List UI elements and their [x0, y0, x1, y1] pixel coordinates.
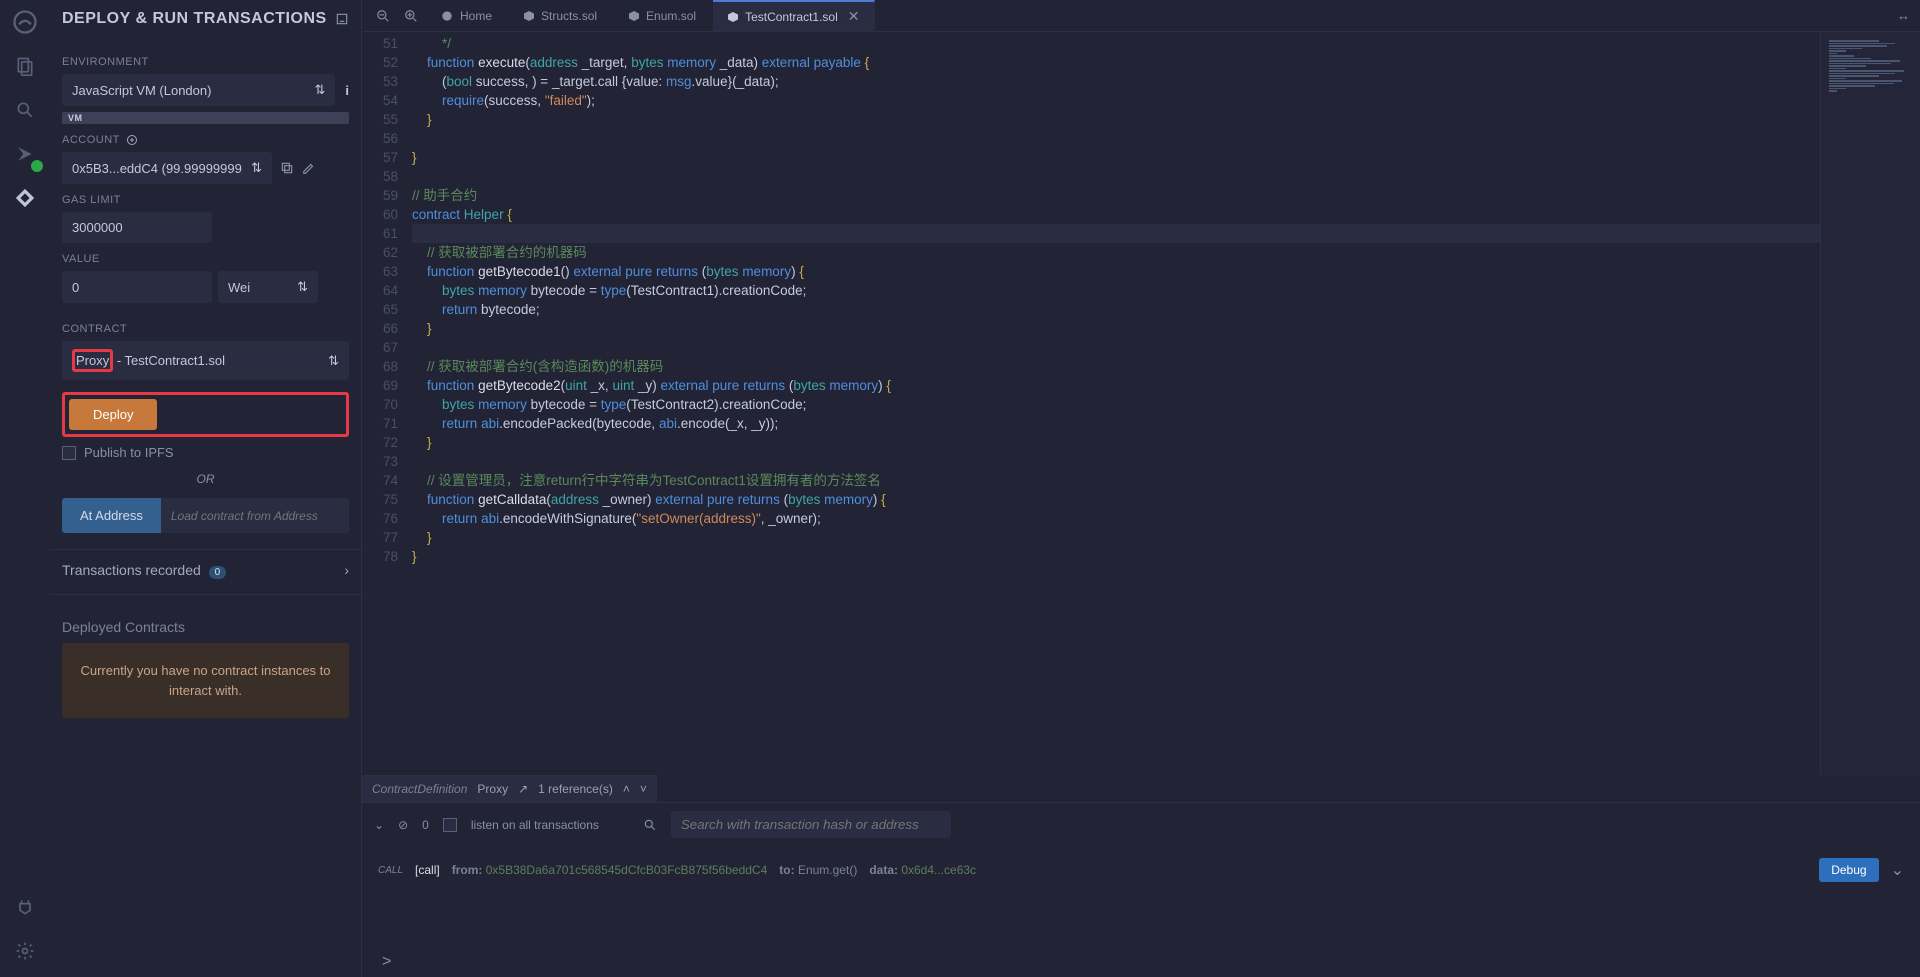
or-divider: OR: [62, 472, 349, 486]
tab-bar: Home Structs.sol Enum.sol TestContract1.…: [362, 0, 1920, 32]
terminal-collapse-icon[interactable]: ⌄: [374, 818, 384, 832]
listen-all-checkbox[interactable]: [443, 818, 457, 832]
contract-label: CONTRACT: [62, 323, 349, 335]
publish-ipfs-label: Publish to IPFS: [84, 445, 174, 460]
no-instances-message: Currently you have no contract instances…: [62, 643, 349, 718]
edit-account-icon[interactable]: [302, 161, 316, 175]
minimap[interactable]: [1820, 32, 1920, 775]
log-from-address: 0x5B38Da6a701c568545dCfcB03FcB875f56bedd…: [486, 863, 768, 877]
tab-home[interactable]: Home: [426, 0, 507, 31]
main-area: Home Structs.sol Enum.sol TestContract1.…: [362, 0, 1920, 977]
expand-log-icon[interactable]: ⌄: [1891, 860, 1904, 880]
deployed-contracts-label: Deployed Contracts: [62, 607, 349, 643]
remix-logo-icon[interactable]: [11, 8, 39, 36]
expand-editor-icon[interactable]: ↔: [1897, 8, 1920, 23]
close-tab-icon[interactable]: ✕: [848, 8, 860, 25]
deploy-button[interactable]: Deploy: [69, 399, 157, 430]
value-unit-select[interactable]: Wei ⇅: [218, 271, 318, 303]
breadcrumb-kind: ContractDefinition: [372, 782, 467, 796]
gas-limit-input[interactable]: [62, 212, 212, 243]
log-data: 0x6d4...ce63c: [901, 863, 976, 877]
line-gutter: 5152535455565758596061626364656667686970…: [362, 34, 412, 775]
chevron-down-icon[interactable]: ˅: [640, 782, 647, 796]
chevron-up-icon[interactable]: ˄: [623, 782, 630, 796]
compile-ok-badge: [31, 160, 43, 172]
account-select[interactable]: 0x5B3...eddC4 (99.99999999 ⇅: [62, 152, 272, 184]
at-address-button[interactable]: At Address: [62, 498, 161, 533]
terminal-search-input[interactable]: [671, 811, 951, 838]
tab-enum[interactable]: Enum.sol: [614, 0, 711, 31]
chevron-updown-icon: ⇅: [297, 279, 308, 295]
account-label: ACCOUNT: [62, 134, 349, 146]
clear-terminal-icon[interactable]: ⊘: [398, 818, 408, 832]
copy-account-icon[interactable]: [280, 161, 294, 175]
editor-area: 5152535455565758596061626364656667686970…: [362, 32, 1920, 775]
log-call-tag: [call]: [415, 863, 440, 877]
breadcrumb-name: Proxy: [477, 782, 508, 796]
file-explorer-icon[interactable]: [11, 52, 39, 80]
terminal-search-icon[interactable]: [643, 818, 657, 832]
env-info-icon[interactable]: i: [345, 83, 349, 98]
value-label: VALUE: [62, 253, 349, 265]
zoom-out-icon[interactable]: [370, 9, 396, 23]
terminal-pending-count: 0: [422, 818, 429, 832]
deploy-highlight: Deploy: [62, 392, 349, 437]
settings-icon[interactable]: [11, 937, 39, 965]
publish-ipfs-checkbox[interactable]: [62, 446, 76, 460]
contract-select[interactable]: Proxy - TestContract1.sol ⇅: [62, 341, 349, 380]
terminal-panel: ⌄ ⊘ 0 listen on all transactions CALL [c…: [362, 802, 1920, 977]
tx-count-badge: 0: [209, 566, 227, 579]
debug-button[interactable]: Debug: [1819, 858, 1878, 882]
code-content[interactable]: */ function execute(address _target, byt…: [412, 34, 1820, 775]
breadcrumb-share-icon[interactable]: ↗: [518, 782, 528, 796]
vm-chip: VM: [62, 112, 349, 124]
transactions-recorded-toggle[interactable]: Transactions recorded 0 ›: [62, 562, 349, 578]
panel-title: DEPLOY & RUN TRANSACTIONS: [62, 10, 349, 28]
environment-label: ENVIRONMENT: [62, 56, 349, 68]
terminal-prompt[interactable]: >: [378, 953, 1904, 971]
call-badge-icon: CALL: [378, 865, 403, 876]
chevron-updown-icon: ⇅: [251, 160, 262, 176]
chevron-updown-icon: ⇅: [328, 353, 339, 369]
value-input[interactable]: [62, 271, 212, 303]
contract-name-highlight: Proxy: [72, 349, 113, 372]
log-to: Enum.get(): [798, 863, 857, 877]
log-entry[interactable]: CALL [call] from: 0x5B38Da6a701c568545dC…: [378, 852, 1904, 888]
search-icon[interactable]: [11, 96, 39, 124]
breadcrumb-refs: 1 reference(s): [538, 782, 613, 796]
environment-select[interactable]: JavaScript VM (London) ⇅: [62, 74, 335, 106]
deploy-panel: DEPLOY & RUN TRANSACTIONS ENVIRONMENT Ja…: [50, 0, 362, 977]
icon-sidebar: [0, 0, 50, 977]
add-account-icon[interactable]: [126, 134, 138, 146]
panel-minimize-icon[interactable]: [335, 12, 349, 26]
deploy-run-icon[interactable]: [11, 184, 39, 212]
chevron-updown-icon: ⇅: [314, 82, 325, 98]
plugin-manager-icon[interactable]: [11, 893, 39, 921]
breadcrumb-bar[interactable]: ContractDefinition Proxy ↗ 1 reference(s…: [362, 775, 657, 802]
chevron-right-icon: ›: [344, 562, 349, 578]
compiler-icon[interactable]: [11, 140, 39, 168]
at-address-input[interactable]: [161, 499, 349, 533]
listen-all-label: listen on all transactions: [471, 818, 599, 832]
code-editor[interactable]: 5152535455565758596061626364656667686970…: [362, 32, 1820, 775]
tab-testcontract1[interactable]: TestContract1.sol ✕: [713, 0, 874, 31]
zoom-in-icon[interactable]: [398, 9, 424, 23]
tab-structs[interactable]: Structs.sol: [509, 0, 612, 31]
gas-limit-label: GAS LIMIT: [62, 194, 349, 206]
